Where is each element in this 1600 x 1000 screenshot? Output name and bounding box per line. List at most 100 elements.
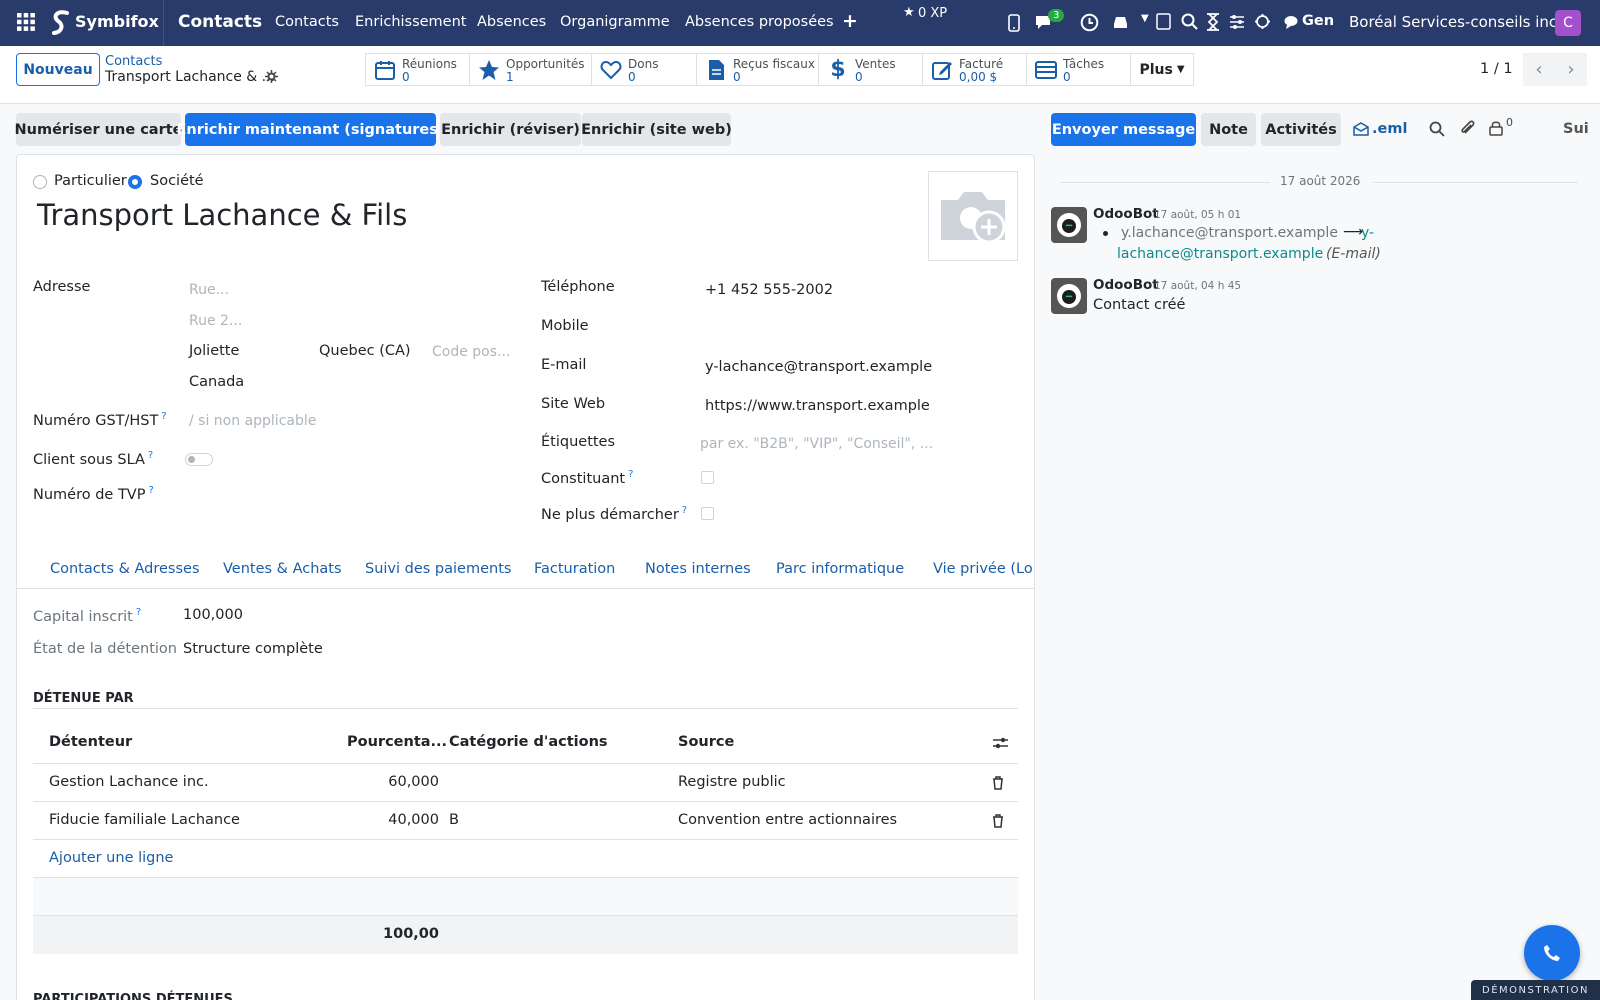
pager-value[interactable]: 1 / 1 (1480, 61, 1513, 77)
tab-sales-purchases[interactable]: Ventes & Achats (223, 561, 342, 577)
tab-payment-follow-up[interactable]: Suivi des paiements (365, 561, 511, 577)
message-author[interactable]: OdooBot (1093, 277, 1159, 293)
gst-input[interactable]: / si non applicable (189, 413, 316, 429)
follow-button[interactable]: Sui (1563, 121, 1589, 137)
gen-chat-icon[interactable] (1284, 15, 1298, 29)
clock-icon[interactable] (1080, 13, 1099, 32)
enrich-review-button[interactable]: Enrichir (réviser) (440, 113, 581, 146)
tab-privacy[interactable]: Vie privée (Loi (933, 561, 1034, 577)
pager-next-button[interactable]: › (1555, 53, 1587, 86)
pager-previous-button[interactable]: ‹ (1523, 53, 1555, 86)
inbox-icon[interactable] (1112, 15, 1129, 30)
col-share-category-header[interactable]: Catégorie d'actions (449, 734, 608, 750)
stat-tax-receipts-button[interactable]: Reçus fiscaux 0 (696, 53, 819, 86)
help-icon[interactable]: ? (148, 450, 153, 461)
new-button[interactable]: Nouveau (16, 53, 100, 86)
col-percentage-header[interactable]: Pourcenta... (347, 734, 447, 750)
gear-icon[interactable] (265, 70, 278, 83)
zip-input[interactable]: Code pos... (432, 344, 510, 360)
tab-invoicing[interactable]: Facturation (534, 561, 615, 577)
type-individual-radio[interactable] (33, 175, 47, 189)
table-row[interactable]: Fiducie familiale Lachance 40,000 B Conv… (33, 802, 1018, 840)
search-icon[interactable] (1181, 13, 1198, 30)
city-input[interactable]: Joliette (189, 343, 239, 359)
scan-card-button[interactable]: Numériser une carte (15, 113, 183, 146)
help-icon[interactable]: ? (136, 607, 141, 618)
gen-label[interactable]: Gen (1302, 13, 1334, 29)
optional-columns-icon[interactable] (993, 736, 1008, 750)
avatar-upload[interactable] (928, 171, 1018, 261)
mobile-icon[interactable] (1008, 14, 1020, 32)
bug-icon[interactable] (1254, 13, 1271, 30)
company-switcher[interactable]: Boréal Services-conseils inc. (1349, 13, 1562, 31)
held-by-section-title: DÉTENUE PAR (33, 691, 134, 706)
send-message-button[interactable]: Envoyer message (1051, 113, 1196, 146)
constituent-checkbox[interactable] (701, 471, 714, 484)
log-note-button[interactable]: Note (1201, 113, 1256, 146)
mobile-input[interactable] (705, 316, 1005, 338)
col-source-header[interactable]: Source (678, 734, 734, 750)
tab-internal-notes[interactable]: Notes internes (645, 561, 751, 577)
phone-input[interactable]: +1 452 555-2002 (705, 282, 833, 298)
avatar[interactable] (1051, 278, 1087, 314)
capital-value[interactable]: 100,000 (183, 607, 243, 623)
plus-icon[interactable]: + (842, 10, 858, 32)
caret-down-icon[interactable]: ▼ (1141, 13, 1149, 24)
street2-input[interactable]: Rue 2... (189, 313, 242, 329)
type-individual-label[interactable]: Particulier (54, 173, 127, 189)
paperclip-icon[interactable] (1459, 119, 1475, 138)
tags-input[interactable]: par ex. "B2B", "VIP", "Conseil", ... (700, 436, 933, 452)
stat-meetings-button[interactable]: Réunions 0 (365, 53, 470, 86)
menu-enrichissement[interactable]: Enrichissement (355, 14, 466, 30)
type-company-radio[interactable] (128, 175, 142, 189)
menu-organigramme[interactable]: Organigramme (560, 14, 670, 30)
help-icon[interactable]: ? (682, 505, 687, 516)
type-company-label[interactable]: Société (150, 173, 204, 189)
chatter-search-icon[interactable] (1429, 121, 1445, 137)
stat-donations-button[interactable]: Dons 0 (591, 53, 697, 86)
app-title[interactable]: Contacts (178, 12, 262, 32)
message-author[interactable]: OdooBot (1093, 206, 1159, 222)
activities-button[interactable]: Activités (1261, 113, 1341, 146)
menu-absences[interactable]: Absences (477, 14, 546, 30)
help-icon[interactable]: ? (628, 469, 633, 480)
website-input[interactable]: https://www.transport.example (705, 398, 930, 414)
apps-grid-icon[interactable] (17, 13, 35, 31)
tab-it-assets[interactable]: Parc informatique (776, 561, 904, 577)
sla-toggle[interactable] (185, 453, 213, 466)
stat-invoiced-button[interactable]: Facturé 0,00 $ (922, 53, 1027, 86)
menu-absences-proposees[interactable]: Absences proposées (685, 14, 834, 30)
enrich-website-button[interactable]: Enrichir (site web) (581, 113, 732, 146)
user-avatar[interactable]: C (1555, 10, 1581, 36)
email-input[interactable]: y-lachance@transport.example (705, 359, 932, 375)
help-icon[interactable]: ? (161, 411, 166, 422)
stat-opportunities-button[interactable]: Opportunités 1 (469, 53, 592, 86)
help-icon[interactable]: ? (148, 485, 153, 496)
table-row[interactable]: Gestion Lachance inc. 60,000 Registre pu… (33, 764, 1018, 802)
trash-icon[interactable] (992, 814, 1004, 828)
stat-tasks-button[interactable]: Tâches 0 (1026, 53, 1131, 86)
voip-call-button[interactable] (1524, 925, 1580, 981)
state-select[interactable]: Quebec (CA) (319, 343, 411, 359)
country-select[interactable]: Canada (189, 374, 244, 390)
street-input[interactable]: Rue... (189, 282, 229, 298)
tablet-icon[interactable] (1156, 13, 1171, 30)
dnc-checkbox[interactable] (701, 507, 714, 520)
stat-sales-button[interactable]: $ Ventes 0 (818, 53, 923, 86)
holding-state-value[interactable]: Structure complète (183, 641, 323, 657)
hourglass-icon[interactable] (1206, 13, 1220, 31)
xp-counter[interactable]: 0 XP (918, 6, 947, 21)
sliders-icon[interactable] (1229, 14, 1245, 30)
partner-name-field[interactable]: Transport Lachance & Fils (37, 198, 407, 232)
eml-button[interactable]: .eml (1353, 121, 1407, 137)
enrich-signatures-button[interactable]: Enrichir maintenant (signatures) (177, 113, 445, 146)
trash-icon[interactable] (992, 776, 1004, 790)
avatar[interactable] (1051, 207, 1087, 243)
add-line-link[interactable]: Ajouter une ligne (49, 850, 173, 866)
more-button[interactable]: Plus ▼ (1130, 53, 1194, 86)
col-holder-header[interactable]: Détenteur (49, 734, 132, 750)
breadcrumb-parent[interactable]: Contacts (105, 54, 162, 69)
tab-contacts-addresses[interactable]: Contacts & Adresses (50, 561, 200, 577)
menu-contacts[interactable]: Contacts (275, 14, 339, 30)
lock-icon[interactable] (1489, 120, 1503, 136)
